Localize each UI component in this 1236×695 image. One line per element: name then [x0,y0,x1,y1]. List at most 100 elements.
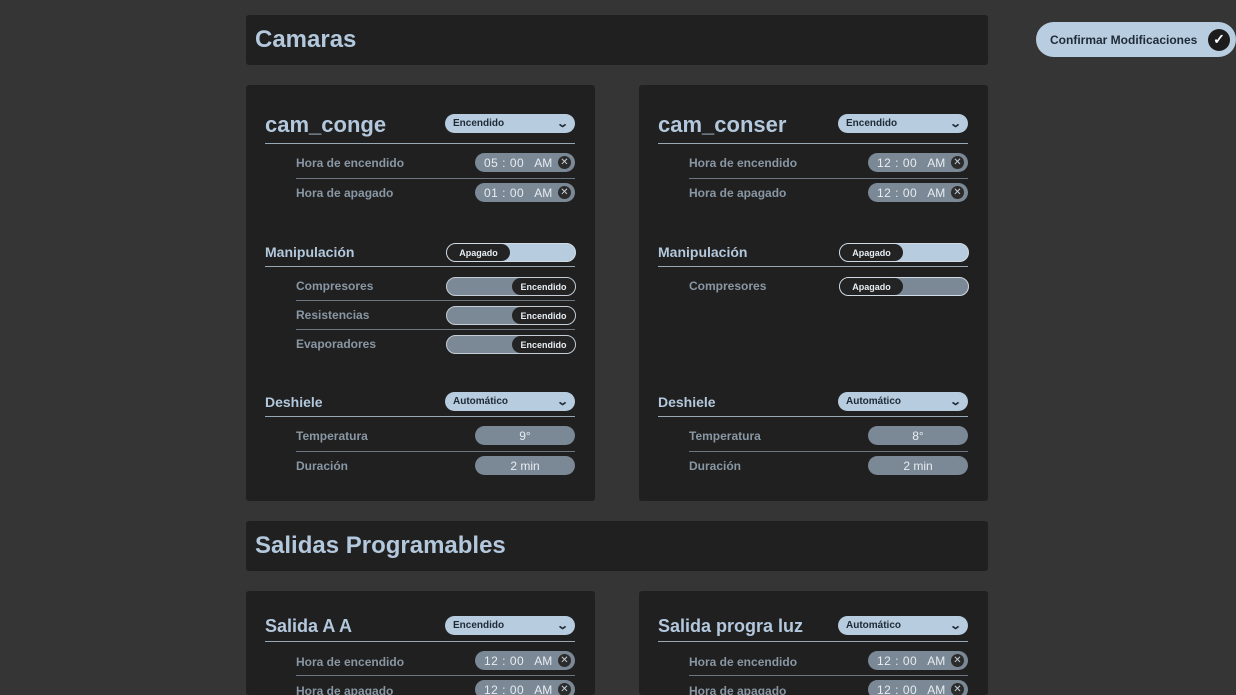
resistencias-label: Resistencias [296,308,370,322]
time-value: 12 : 00 [877,682,918,695]
hora-encendido-input[interactable]: 12 : 00 AM ✕ [475,651,575,670]
hora-encendido-input[interactable]: 05 : 00 AM ✕ [475,153,575,172]
divider [265,416,575,417]
ampm-value: AM [927,653,946,668]
toggle-state: Encendido [512,336,575,353]
dropdown-value: Automático [453,396,508,407]
duracion-input[interactable]: 2 min [475,456,575,475]
manipulacion-toggle[interactable]: Apagado [839,243,969,262]
ampm-value: AM [927,155,946,170]
compresores-toggle[interactable]: Encendido [446,277,576,296]
divider [296,329,575,330]
temperatura-input[interactable]: 8° [868,426,968,445]
evaporadores-label: Evaporadores [296,337,377,351]
section-header-camaras: Camaras [246,15,988,65]
divider [296,451,575,452]
hora-apagado-input[interactable]: 12 : 00 AM ✕ [868,183,968,202]
hora-encendido-label: Hora de encendido [296,655,405,669]
compresores-toggle[interactable]: Apagado [839,277,969,296]
dropdown-value: Automático [846,396,901,407]
manipulacion-title: Manipulación [658,244,748,260]
deshiele-dropdown[interactable]: Automático ⌄ [838,392,968,411]
hora-encendido-label: Hora de encendido [689,655,798,669]
clear-icon[interactable]: ✕ [951,654,964,667]
chevron-down-icon: ⌄ [948,620,962,632]
duracion-input[interactable]: 2 min [868,456,968,475]
temperatura-label: Temperatura [296,429,368,443]
divider [689,451,968,452]
divider [296,675,575,676]
duracion-value: 2 min [903,458,933,473]
ampm-value: AM [534,653,553,668]
chevron-down-icon: ⌄ [948,118,962,130]
divider [265,266,575,267]
ampm-value: AM [534,682,553,695]
temperatura-label: Temperatura [689,429,761,443]
duracion-label: Duración [296,459,349,473]
toggle-state: Apagado [447,244,510,261]
hora-encendido-input[interactable]: 12 : 00 AM ✕ [868,153,968,172]
time-value: 12 : 00 [877,653,918,668]
ampm-value: AM [534,155,553,170]
deshiele-title: Deshiele [265,394,323,410]
evaporadores-toggle[interactable]: Encendido [446,335,576,354]
hora-apagado-label: Hora de apagado [296,684,394,695]
clear-icon[interactable]: ✕ [951,156,964,169]
output-card-salida-progra-luz: Salida progra luz Automático ⌄ Hora de e… [639,591,988,695]
confirm-modifications-button[interactable]: Confirmar Modificaciones ✓ [1036,22,1236,57]
dropdown-value: Encendido [453,118,505,129]
chevron-down-icon: ⌄ [555,620,569,632]
time-value: 12 : 00 [877,185,918,200]
divider [658,641,968,642]
hora-apagado-input[interactable]: 12 : 00 AM ✕ [868,680,968,695]
compresores-label: Compresores [689,279,767,293]
camera-card-cam-conser: cam_conser Encendido ⌄ Hora de encendido… [639,85,988,501]
divider [265,641,575,642]
state-dropdown[interactable]: Encendido ⌄ [838,114,968,133]
compresores-label: Compresores [296,279,374,293]
hora-apagado-label: Hora de apagado [689,684,787,695]
state-dropdown[interactable]: Encendido ⌄ [445,616,575,635]
hora-apagado-label: Hora de apagado [296,186,394,200]
ampm-value: AM [927,185,946,200]
clear-icon[interactable]: ✕ [558,654,571,667]
state-dropdown[interactable]: Automático ⌄ [838,616,968,635]
section-title: Camaras [255,26,357,53]
chevron-down-icon: ⌄ [555,118,569,130]
toggle-state: Apagado [840,278,903,295]
manipulacion-toggle[interactable]: Apagado [446,243,576,262]
hora-encendido-input[interactable]: 12 : 00 AM ✕ [868,651,968,670]
dropdown-value: Encendido [846,118,898,129]
clear-icon[interactable]: ✕ [951,186,964,199]
state-dropdown[interactable]: Encendido ⌄ [445,114,575,133]
toggle-state: Apagado [840,244,903,261]
dropdown-value: Automático [846,620,901,631]
hora-apagado-label: Hora de apagado [689,186,787,200]
divider [296,300,575,301]
duracion-value: 2 min [510,458,540,473]
deshiele-dropdown[interactable]: Automático ⌄ [445,392,575,411]
temperatura-value: 9° [519,428,531,443]
confirm-label: Confirmar Modificaciones [1050,32,1198,47]
card-title: Salida progra luz [658,616,804,636]
clear-icon[interactable]: ✕ [558,683,571,695]
divider [265,143,575,144]
time-value: 12 : 00 [877,155,918,170]
hora-apagado-input[interactable]: 12 : 00 AM ✕ [475,680,575,695]
clear-icon[interactable]: ✕ [558,156,571,169]
divider [689,178,968,179]
clear-icon[interactable]: ✕ [951,683,964,695]
duracion-label: Duración [689,459,742,473]
divider [689,675,968,676]
temperatura-value: 8° [912,428,924,443]
dropdown-value: Encendido [453,620,505,631]
resistencias-toggle[interactable]: Encendido [446,306,576,325]
divider [658,143,968,144]
section-title: Salidas Programables [255,532,506,559]
deshiele-title: Deshiele [658,394,716,410]
toggle-state: Encendido [512,278,575,295]
temperatura-input[interactable]: 9° [475,426,575,445]
time-value: 12 : 00 [484,682,525,695]
clear-icon[interactable]: ✕ [558,186,571,199]
hora-apagado-input[interactable]: 01 : 00 AM ✕ [475,183,575,202]
